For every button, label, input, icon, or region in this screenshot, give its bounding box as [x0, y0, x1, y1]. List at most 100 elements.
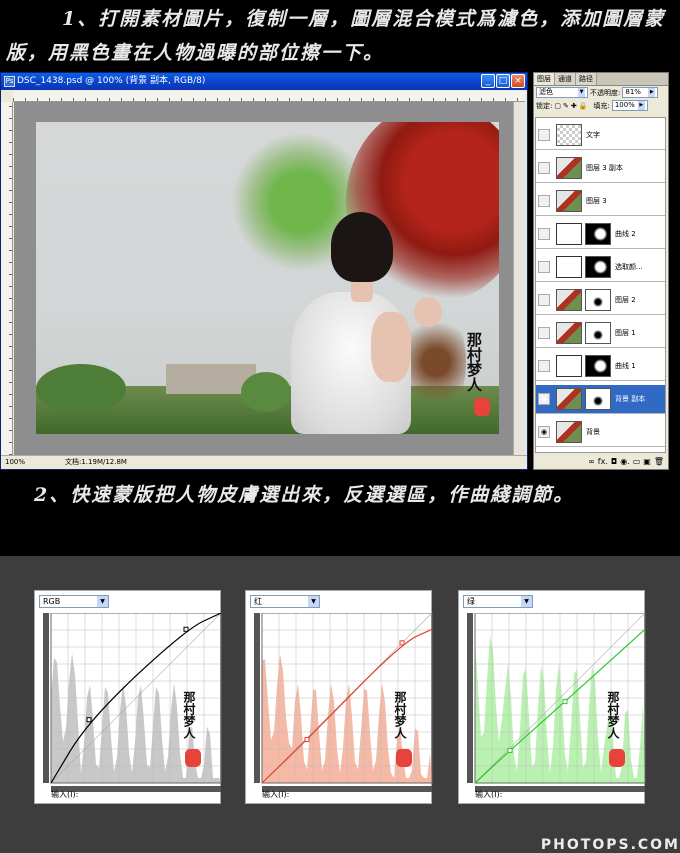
curve-calligraphy: 那村梦人 — [182, 691, 196, 739]
lock-brush-icon[interactable]: ✎ — [563, 102, 569, 110]
layer-row[interactable]: 选取颜... — [536, 253, 665, 282]
document-window[interactable]: Ps DSC_1438.psd @ 100% (背景 副本, RGB/8) _ … — [0, 72, 528, 470]
layer-thumbnail[interactable] — [556, 355, 582, 377]
photo-arm — [371, 312, 411, 382]
curve-graph[interactable] — [254, 613, 434, 797]
zoom-level[interactable]: 100% — [5, 456, 25, 469]
canvas-area[interactable]: 那村梦人 — [14, 102, 514, 458]
layer-mask-thumbnail[interactable] — [585, 388, 611, 410]
close-button[interactable]: × — [511, 74, 525, 88]
curves-area: PHOTOPS.COM RGB ▼ 那村梦人 输入(I): 红 ▼ 那村梦人 输入(I): 绿 ▼… — [0, 556, 680, 853]
layer-name: 背景 — [586, 428, 600, 436]
blend-row: 滤色 ▼ 不透明度: 81% ▶ — [534, 86, 668, 99]
eye-icon[interactable]: ◉ — [538, 393, 550, 405]
layer-mask-thumbnail[interactable] — [585, 322, 611, 344]
blend-mode-select[interactable]: 滤色 ▼ — [536, 87, 588, 98]
channel-select[interactable]: RGB ▼ — [39, 595, 109, 608]
layer-row[interactable]: 图层 3 — [536, 187, 665, 216]
photo-hair — [331, 212, 393, 282]
curve-seal — [609, 749, 625, 767]
layer-name: 背景 副本 — [615, 395, 646, 403]
layer-name: 曲线 1 — [615, 362, 636, 370]
channel-value: 绿 — [467, 597, 475, 606]
output-gradient-bar — [467, 613, 473, 783]
lock-transparency-icon[interactable]: ▢ — [554, 102, 561, 110]
eye-icon[interactable] — [538, 195, 550, 207]
input-label: 输入(I): — [51, 790, 79, 799]
curve-control-point[interactable] — [86, 717, 92, 723]
document-title: DSC_1438.psd @ 100% (背景 副本, RGB/8) — [17, 76, 206, 86]
eye-icon[interactable] — [538, 327, 550, 339]
layer-row[interactable]: 曲线 2 — [536, 220, 665, 249]
minimize-button[interactable]: _ — [481, 74, 495, 88]
eye-icon[interactable] — [538, 162, 550, 174]
input-label: 输入(I): — [262, 790, 290, 799]
panel-tab[interactable]: 路径 — [576, 73, 597, 85]
layer-row[interactable]: ◉ 背景 — [536, 418, 665, 447]
horizontal-ruler[interactable] — [13, 91, 525, 102]
lock-move-icon[interactable]: ✚ — [571, 102, 577, 110]
layer-thumbnail[interactable] — [556, 157, 582, 179]
curve-control-point[interactable] — [507, 747, 513, 753]
layers-footer: ∞ fx. ◘ ◉. ▭ ▣ 🗑 — [534, 453, 668, 469]
lock-row: 锁定: ▢ ✎ ✚ 🔒 填充: 100% ▶ — [534, 99, 668, 112]
photo-calligraphy: 那村梦人 — [465, 332, 483, 392]
layer-thumbnail[interactable] — [556, 421, 582, 443]
channel-select[interactable]: 绿 ▼ — [463, 595, 533, 608]
layers-footer-icon[interactable]: 🗑 — [654, 457, 664, 466]
status-bar: 100% 文档:1.19M/12.8M — [1, 455, 527, 469]
curve-control-point[interactable] — [304, 737, 310, 743]
channel-select[interactable]: 红 ▼ — [250, 595, 320, 608]
panel-tab[interactable]: 图层 — [534, 73, 555, 85]
lock-all-icon[interactable]: 🔒 — [579, 102, 588, 110]
vertical-scrollbar[interactable] — [513, 102, 526, 458]
layer-row[interactable]: ◉ 背景 副本 — [536, 385, 665, 414]
curve-control-point[interactable] — [183, 626, 189, 632]
layers-footer-icon[interactable]: fx. — [598, 457, 608, 466]
eye-icon[interactable] — [538, 360, 550, 372]
panel-tab[interactable]: 通道 — [555, 73, 576, 85]
maximize-button[interactable]: □ — [496, 74, 510, 88]
layer-thumbnail[interactable] — [556, 124, 582, 146]
layer-thumbnail[interactable] — [556, 256, 582, 278]
layers-footer-icon[interactable]: ◉. — [620, 457, 630, 466]
layer-mask-thumbnail[interactable] — [585, 289, 611, 311]
layer-thumbnail[interactable] — [556, 322, 582, 344]
eye-icon[interactable]: ◉ — [538, 426, 550, 438]
layer-row[interactable]: 图层 2 — [536, 286, 665, 315]
layer-mask-thumbnail[interactable] — [585, 223, 611, 245]
layer-thumbnail[interactable] — [556, 223, 582, 245]
photo-tree-left — [36, 364, 126, 414]
chevron-down-icon: ▼ — [578, 88, 585, 97]
curve-control-point[interactable] — [562, 699, 568, 705]
eye-icon[interactable] — [538, 261, 550, 273]
layers-footer-icon[interactable]: ▣ — [643, 457, 651, 466]
layer-row[interactable]: 文字 — [536, 121, 665, 150]
vertical-ruler[interactable] — [1, 102, 13, 455]
curve-graph[interactable] — [43, 613, 223, 797]
layer-mask-thumbnail[interactable] — [585, 355, 611, 377]
layer-thumbnail[interactable] — [556, 388, 582, 410]
curves-dialog-2: 红 ▼ 那村梦人 输入(I): — [245, 590, 434, 804]
layer-row[interactable]: 图层 3 副本 — [536, 154, 665, 183]
eye-icon[interactable] — [538, 228, 550, 240]
curve-control-point[interactable] — [399, 640, 405, 646]
layers-footer-icon[interactable]: ◘ — [611, 457, 617, 466]
layer-row[interactable]: 曲线 1 — [536, 352, 665, 381]
layer-mask-thumbnail[interactable] — [585, 256, 611, 278]
document-size: 文档:1.19M/12.8M — [65, 458, 127, 466]
curve-graph[interactable] — [467, 613, 647, 797]
eye-icon[interactable] — [538, 129, 550, 141]
layer-thumbnail[interactable] — [556, 190, 582, 212]
layer-thumbnail[interactable] — [556, 289, 582, 311]
layer-row[interactable]: 图层 1 — [536, 319, 665, 348]
step-2-instruction: 2、快速蒙版把人物皮膚選出來，反選選區，作曲綫調節。 — [34, 484, 575, 506]
opacity-input[interactable]: 81% ▶ — [622, 87, 659, 98]
layers-footer-icon[interactable]: ∞ — [588, 457, 595, 466]
eye-icon[interactable] — [538, 294, 550, 306]
fill-input[interactable]: 100% ▶ — [611, 100, 648, 111]
document-titlebar[interactable]: Ps DSC_1438.psd @ 100% (背景 副本, RGB/8) _ … — [1, 73, 527, 90]
layers-footer-icon[interactable]: ▭ — [633, 457, 641, 466]
canvas-photo[interactable]: 那村梦人 — [36, 122, 499, 434]
layers-panel: 图层 通道 路径 滤色 ▼ 不透明度: 81% ▶ 锁定: ▢ ✎ ✚ 🔒 填充: … — [533, 72, 669, 470]
